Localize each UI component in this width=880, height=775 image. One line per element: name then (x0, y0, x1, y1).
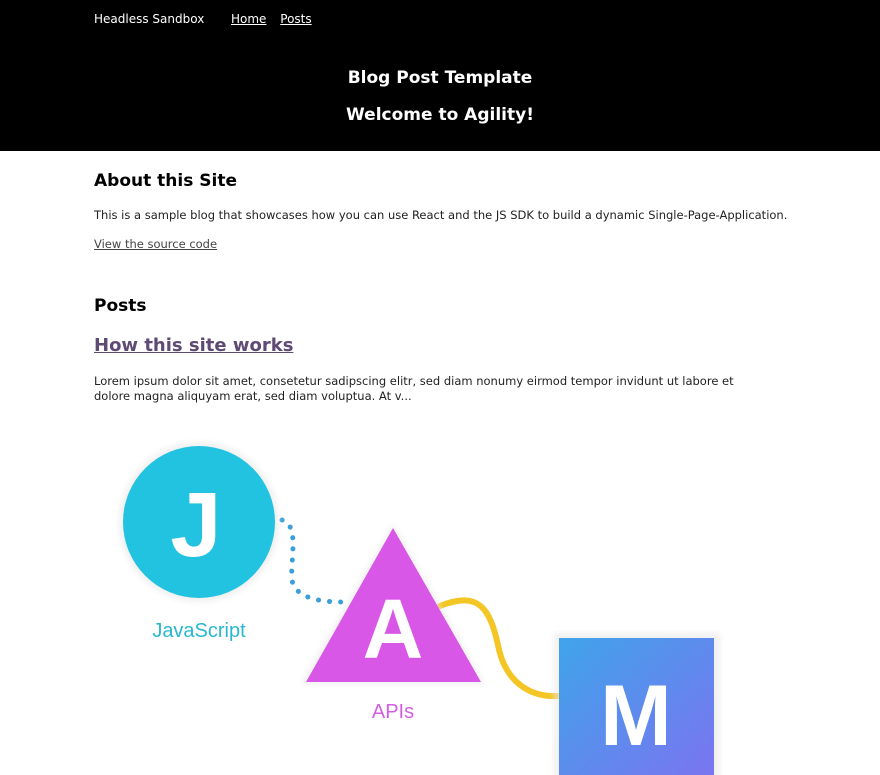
apis-label: APIs (372, 701, 414, 723)
site-header: Headless Sandbox Home Posts Blog Post Te… (0, 0, 880, 151)
about-title: About this Site (94, 171, 237, 191)
markup-letter: M (600, 668, 672, 764)
nav-posts-link[interactable]: Posts (280, 12, 311, 26)
view-source-link[interactable]: View the source code (94, 237, 217, 251)
apis-letter: A (363, 582, 424, 676)
jamstack-illustration: J JavaScript A APIs M (119, 442, 720, 775)
main-nav: Home Posts (231, 12, 322, 26)
post-title-link[interactable]: How this site works (94, 335, 293, 356)
javascript-label: JavaScript (152, 620, 246, 642)
welcome-heading: Welcome to Agility! (346, 105, 534, 125)
posts-title: Posts (94, 296, 147, 316)
javascript-letter: J (170, 474, 221, 576)
nav-home-link[interactable]: Home (231, 12, 266, 26)
dotted-connector (279, 517, 345, 605)
page-title: Blog Post Template (347, 68, 533, 88)
about-text: This is a sample blog that showcases how… (94, 208, 788, 222)
site-brand[interactable]: Headless Sandbox (94, 12, 204, 26)
post-excerpt: Lorem ipsum dolor sit amet, consetetur s… (94, 374, 734, 403)
